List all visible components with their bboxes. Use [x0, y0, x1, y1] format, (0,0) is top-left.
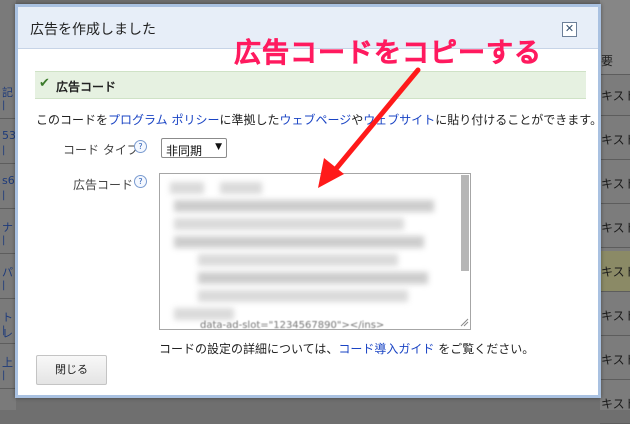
footer-suffix: をご覧ください。	[434, 342, 535, 356]
background-row-divider: |	[2, 235, 6, 246]
background-row: ナ |	[0, 213, 16, 254]
background-row: キスト	[600, 295, 630, 336]
close-button[interactable]: 閉じる	[36, 355, 107, 385]
code-type-select[interactable]: 非同期 ▼	[161, 138, 227, 158]
program-policy-link[interactable]: プログラム ポリシー	[108, 113, 219, 127]
background-row-text: 53	[2, 129, 16, 142]
background-row: 記 |	[0, 78, 16, 119]
background-column-header: 要	[600, 0, 630, 75]
background-row: キスト	[600, 207, 630, 248]
check-icon: ✔	[39, 76, 50, 91]
ad-code-label: 広告コード	[73, 178, 134, 192]
close-icon[interactable]: ✕	[562, 22, 577, 37]
footer-text: コードの設定の詳細については、コード導入ガイド をご覧ください。	[159, 340, 534, 357]
background-row: キスト	[600, 383, 630, 424]
background-row-text: キスト	[601, 265, 630, 279]
background-row-text: キスト	[601, 353, 630, 367]
background-row-text: キスト	[601, 309, 630, 323]
section-title: 広告コード	[56, 80, 117, 94]
help-icon[interactable]: ?	[134, 175, 147, 188]
background-row-divider: |	[2, 370, 6, 381]
background-row: s6 |	[0, 168, 16, 209]
background-row-text: キスト	[601, 221, 630, 235]
background-row: キスト	[600, 339, 630, 380]
background-right-column: 要 キストキストキストキストキストキストキストキスト	[600, 0, 630, 424]
background-row: キスト	[600, 163, 630, 204]
help-icon[interactable]: ?	[134, 140, 147, 153]
background-row-text: キスト	[601, 89, 630, 103]
background-column-header-label: 要	[601, 54, 614, 68]
background-row-text: 記	[2, 86, 13, 99]
code-bottom-fragment: data-ad-slot="1234567890"></ins>	[200, 320, 385, 330]
background-row-text: キスト	[601, 133, 630, 147]
dialog-title: 広告を作成しました	[30, 22, 156, 38]
background-row: パ |	[0, 258, 16, 299]
footer-prefix: コードの設定の詳細については、	[159, 342, 339, 356]
background-row: キスト	[600, 75, 630, 116]
blurred-code-content	[168, 178, 448, 326]
background-row-text: キスト	[601, 177, 630, 191]
background-row-text: パ	[2, 266, 13, 279]
description-suffix: に貼り付けることができます。	[435, 113, 603, 127]
background-row: キスト	[600, 119, 630, 160]
background-row-divider: |	[2, 325, 6, 336]
annotation-arrow-icon	[318, 67, 421, 188]
textarea-scrollbar[interactable]	[461, 175, 469, 271]
background-row: キスト	[600, 251, 630, 292]
background-row-text: ナ	[2, 221, 13, 234]
background-row-divider: |	[2, 190, 6, 201]
background-row: 53 |	[0, 123, 16, 164]
background-left-column: 記 | 53 | s6 | ナ | パ | トレ | 上 |	[0, 0, 16, 410]
code-type-label: コード タイプ	[63, 143, 139, 157]
background-row: トレ |	[0, 303, 16, 344]
background-row-text: キスト	[601, 397, 630, 411]
background-row-divider: |	[2, 145, 6, 156]
resize-grip-icon[interactable]	[459, 317, 469, 327]
description-prefix: このコードを	[36, 113, 109, 127]
description-mid1: に準拠した	[219, 113, 280, 127]
code-guide-link[interactable]: コード導入ガイド	[338, 342, 434, 356]
background-row-divider: |	[2, 100, 6, 111]
background-row-text: s6	[2, 174, 15, 187]
chevron-down-icon: ▼	[215, 142, 222, 152]
ad-code-textarea[interactable]: data-ad-slot="1234567890"></ins>	[159, 173, 471, 330]
code-type-value: 非同期	[166, 144, 203, 158]
background-row-text: 上	[2, 356, 13, 369]
background-row-divider: |	[2, 280, 6, 291]
background-row: 上 |	[0, 348, 16, 389]
